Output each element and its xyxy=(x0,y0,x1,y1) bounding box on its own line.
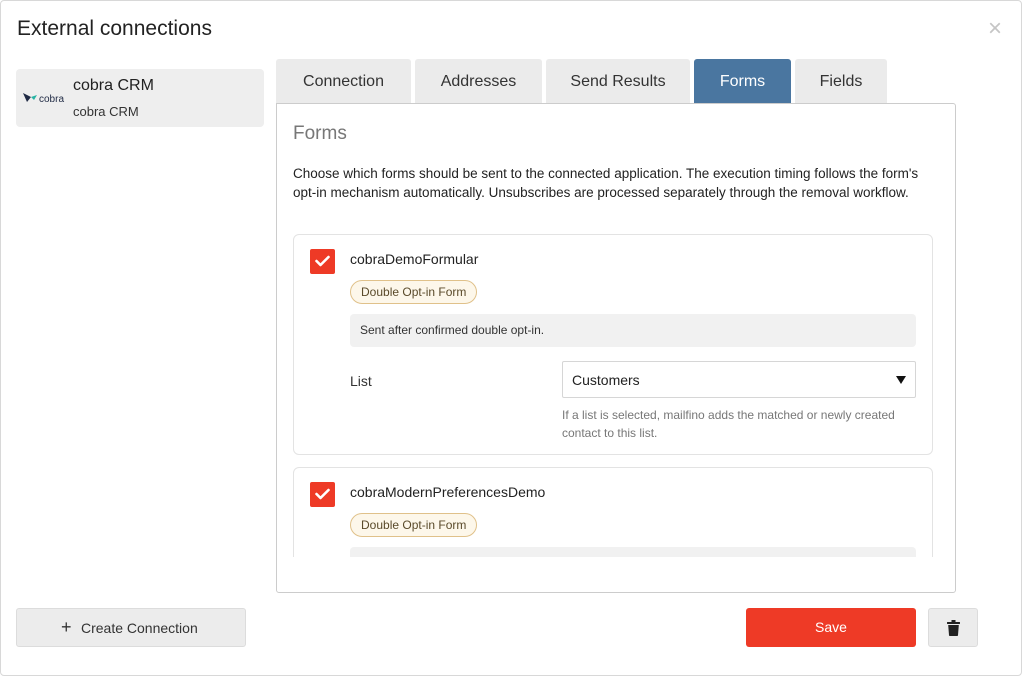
form-type-badge: Double Opt-in Form xyxy=(350,280,478,304)
list-label: List xyxy=(350,373,372,389)
form-checkbox[interactable] xyxy=(310,249,335,274)
delete-button[interactable] xyxy=(928,608,978,647)
form-checkbox[interactable] xyxy=(310,482,335,507)
checkmark-icon xyxy=(315,488,330,500)
list-select[interactable]: Customers xyxy=(562,361,916,398)
connection-item-cobra-crm[interactable]: cobra cobra CRM cobra CRM xyxy=(16,69,264,127)
list-help-text: If a list is selected, mailfino adds the… xyxy=(562,408,895,440)
plus-icon: + xyxy=(61,617,72,637)
tab-forms[interactable]: Forms xyxy=(694,59,791,104)
checkmark-icon xyxy=(315,255,330,267)
external-connections-dialog: External connections × cobra cobra CRM c… xyxy=(0,0,1022,676)
tab-connection[interactable]: Connection xyxy=(276,59,411,104)
panel-heading: Forms xyxy=(293,123,347,144)
form-info-text xyxy=(350,547,916,557)
list-select-value: Customers xyxy=(572,372,640,388)
tab-send-results[interactable]: Send Results xyxy=(546,59,690,104)
tab-addresses[interactable]: Addresses xyxy=(415,59,542,104)
close-icon[interactable]: × xyxy=(985,17,1005,41)
cobra-logo-icon: cobra xyxy=(22,89,66,107)
form-type-badge: Double Opt-in Form xyxy=(350,513,478,537)
trash-icon xyxy=(947,620,960,636)
panel-description: Choose which forms should be sent to the… xyxy=(293,166,919,200)
connection-subtitle: cobra CRM xyxy=(73,104,139,119)
dialog-title: External connections xyxy=(17,17,212,40)
svg-text:cobra: cobra xyxy=(39,94,64,105)
tab-fields[interactable]: Fields xyxy=(795,59,887,104)
caret-down-icon xyxy=(896,376,906,384)
forms-list[interactable]: cobraDemoFormular Double Opt-in Form Sen… xyxy=(293,234,935,557)
connection-name: cobra CRM xyxy=(73,77,154,94)
form-card: cobraDemoFormular Double Opt-in Form Sen… xyxy=(293,234,933,455)
form-card: cobraModernPreferencesDemo Double Opt-in… xyxy=(293,467,933,557)
create-connection-button[interactable]: + Create Connection xyxy=(16,608,246,647)
form-name: cobraModernPreferencesDemo xyxy=(350,484,546,500)
forms-panel: Forms Choose which forms should be sent … xyxy=(276,103,956,593)
save-button[interactable]: Save xyxy=(746,608,916,647)
form-name: cobraDemoFormular xyxy=(350,251,479,267)
form-info-text: Sent after confirmed double opt-in. xyxy=(350,314,916,347)
create-connection-label: Create Connection xyxy=(81,620,198,636)
